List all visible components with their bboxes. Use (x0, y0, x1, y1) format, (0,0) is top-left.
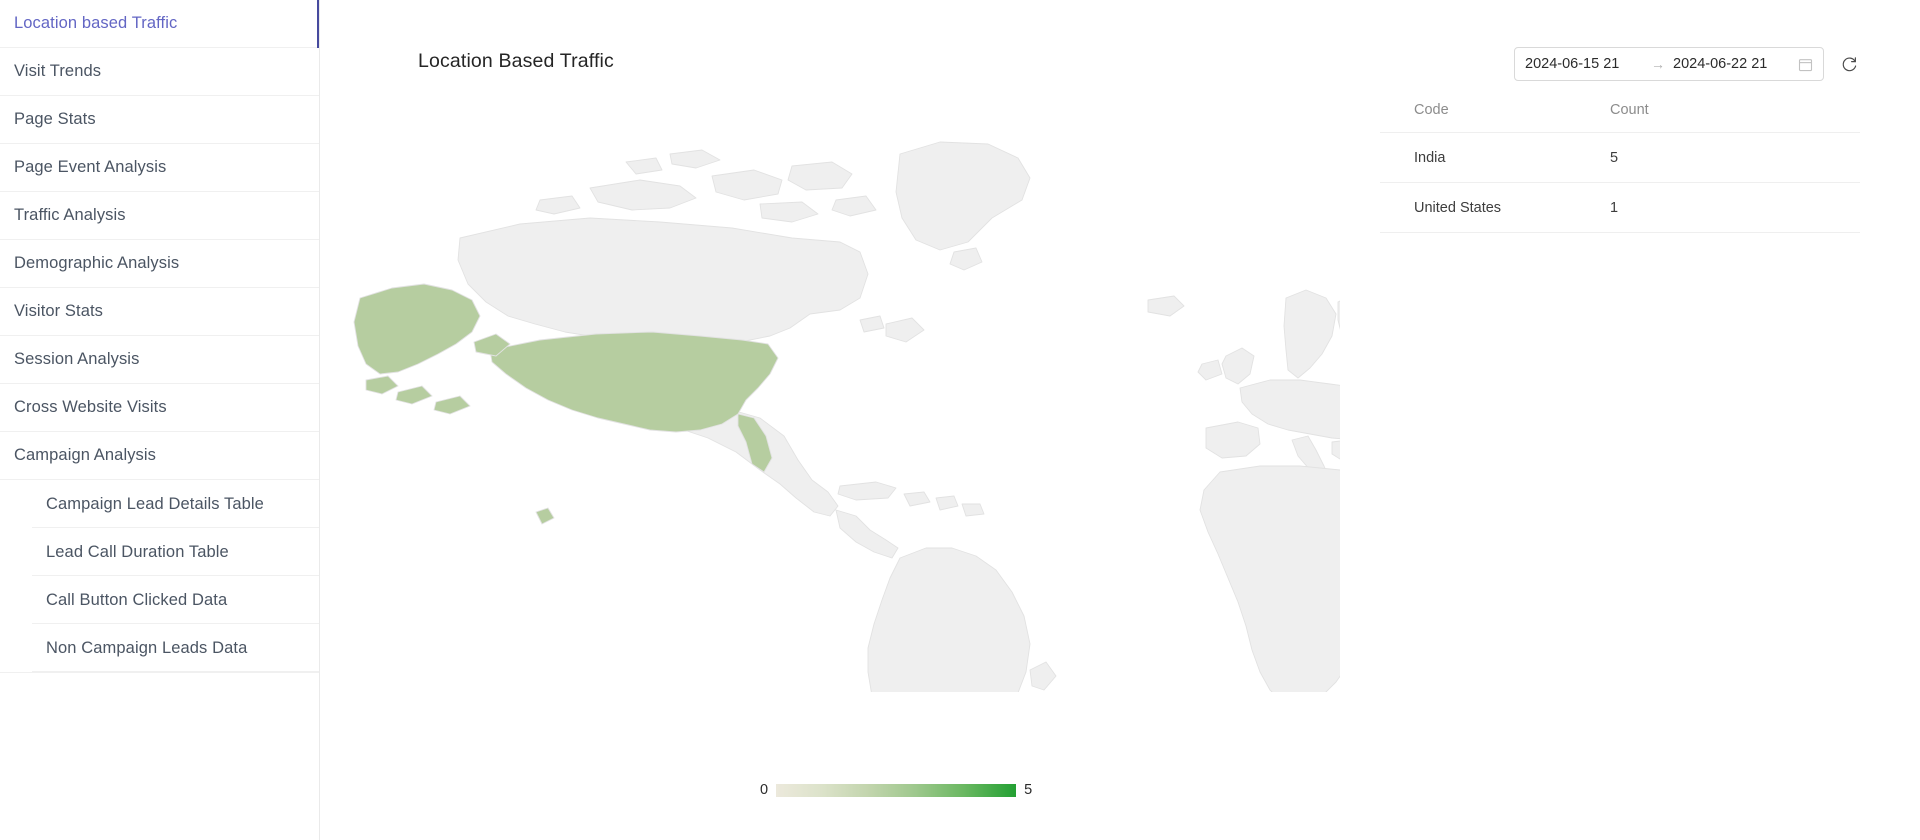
sidebar: Location based Traffic Visit Trends Page… (0, 0, 320, 840)
sidebar-item-label: Location based Traffic (14, 14, 178, 32)
sidebar-item-visitor-stats[interactable]: Visitor Stats (0, 288, 320, 336)
legend-max-label: 5 (1024, 782, 1033, 798)
sidebar-subgroup-campaign-analysis: Campaign Lead Details Table Lead Call Du… (0, 480, 320, 672)
sidebar-item-campaign-analysis[interactable]: Campaign Analysis (0, 432, 320, 480)
sidebar-item-call-button-clicked-data[interactable]: Call Button Clicked Data (0, 576, 320, 624)
date-range-end[interactable]: 2024-06-22 21 (1673, 56, 1791, 72)
sidebar-item-cross-website-visits[interactable]: Cross Website Visits (0, 384, 320, 432)
location-stats-table: Code Count India 5 United States 1 (1380, 92, 1860, 233)
column-header-count[interactable]: Count (1610, 92, 1860, 133)
divider (32, 671, 320, 672)
sidebar-item-label: Non Campaign Leads Data (46, 638, 248, 657)
sidebar-item-non-campaign-leads-data[interactable]: Non Campaign Leads Data (0, 624, 320, 672)
cell-code: United States (1380, 182, 1610, 233)
toolbar: 2024-06-15 21 → 2024-06-22 21 (1514, 47, 1860, 81)
sidebar-item-page-event-analysis[interactable]: Page Event Analysis (0, 144, 320, 192)
range-arrow-icon: → (1651, 56, 1665, 72)
sidebar-item-label: Visitor Stats (14, 302, 104, 320)
choropleth-map[interactable]: 0 5 (340, 92, 1340, 798)
cell-count: 5 (1610, 132, 1860, 183)
sidebar-item-lead-call-duration-table[interactable]: Lead Call Duration Table (0, 528, 320, 576)
legend-min-label: 0 (760, 782, 769, 798)
sidebar-item-campaign-lead-details-table[interactable]: Campaign Lead Details Table (0, 480, 320, 528)
sidebar-item-visit-trends[interactable]: Visit Trends (0, 48, 320, 96)
sidebar-item-label: Cross Website Visits (14, 398, 167, 416)
sidebar-item-session-analysis[interactable]: Session Analysis (0, 336, 320, 384)
sidebar-item-label: Session Analysis (14, 350, 140, 368)
sidebar-item-label: Call Button Clicked Data (46, 590, 228, 609)
sidebar-empty-area (0, 672, 320, 792)
app-root: Location based Traffic Visit Trends Page… (0, 0, 1920, 840)
cell-code: India (1380, 132, 1610, 183)
location-stats-panel: Code Count India 5 United States 1 (1380, 92, 1860, 233)
sidebar-item-label: Traffic Analysis (14, 206, 126, 224)
sidebar-menu: Location based Traffic Visit Trends Page… (0, 0, 320, 792)
page-title: Location Based Traffic (418, 50, 614, 72)
date-range-picker[interactable]: 2024-06-15 21 → 2024-06-22 21 (1514, 47, 1824, 81)
sidebar-item-label: Lead Call Duration Table (46, 542, 229, 561)
sidebar-item-label: Campaign Analysis (14, 446, 157, 464)
sidebar-item-label: Demographic Analysis (14, 254, 180, 272)
date-range-start[interactable]: 2024-06-15 21 (1525, 56, 1643, 72)
main-content: Location Based Traffic 2024-06-15 21 → 2… (320, 0, 1920, 840)
sidebar-item-page-stats[interactable]: Page Stats (0, 96, 320, 144)
sidebar-item-traffic-analysis[interactable]: Traffic Analysis (0, 192, 320, 240)
sidebar-item-label: Visit Trends (14, 62, 102, 80)
refresh-icon[interactable] (1838, 53, 1860, 75)
table-row[interactable]: United States 1 (1380, 182, 1860, 233)
sidebar-item-demographic-analysis[interactable]: Demographic Analysis (0, 240, 320, 288)
sidebar-item-location-based-traffic[interactable]: Location based Traffic (0, 0, 320, 48)
map-legend: 0 5 (760, 782, 1032, 798)
table-header-row: Code Count (1380, 92, 1860, 133)
column-header-code[interactable]: Code (1380, 92, 1610, 133)
legend-gradient-bar (776, 783, 1017, 797)
sidebar-item-label: Page Stats (14, 110, 96, 128)
table-row[interactable]: India 5 (1380, 132, 1860, 183)
calendar-icon (1798, 57, 1813, 72)
sidebar-item-label: Campaign Lead Details Table (46, 494, 264, 513)
sidebar-item-label: Page Event Analysis (14, 158, 167, 176)
world-map-svg[interactable] (340, 92, 1340, 692)
map-base-countries (457, 141, 1340, 692)
cell-count: 1 (1610, 182, 1860, 233)
